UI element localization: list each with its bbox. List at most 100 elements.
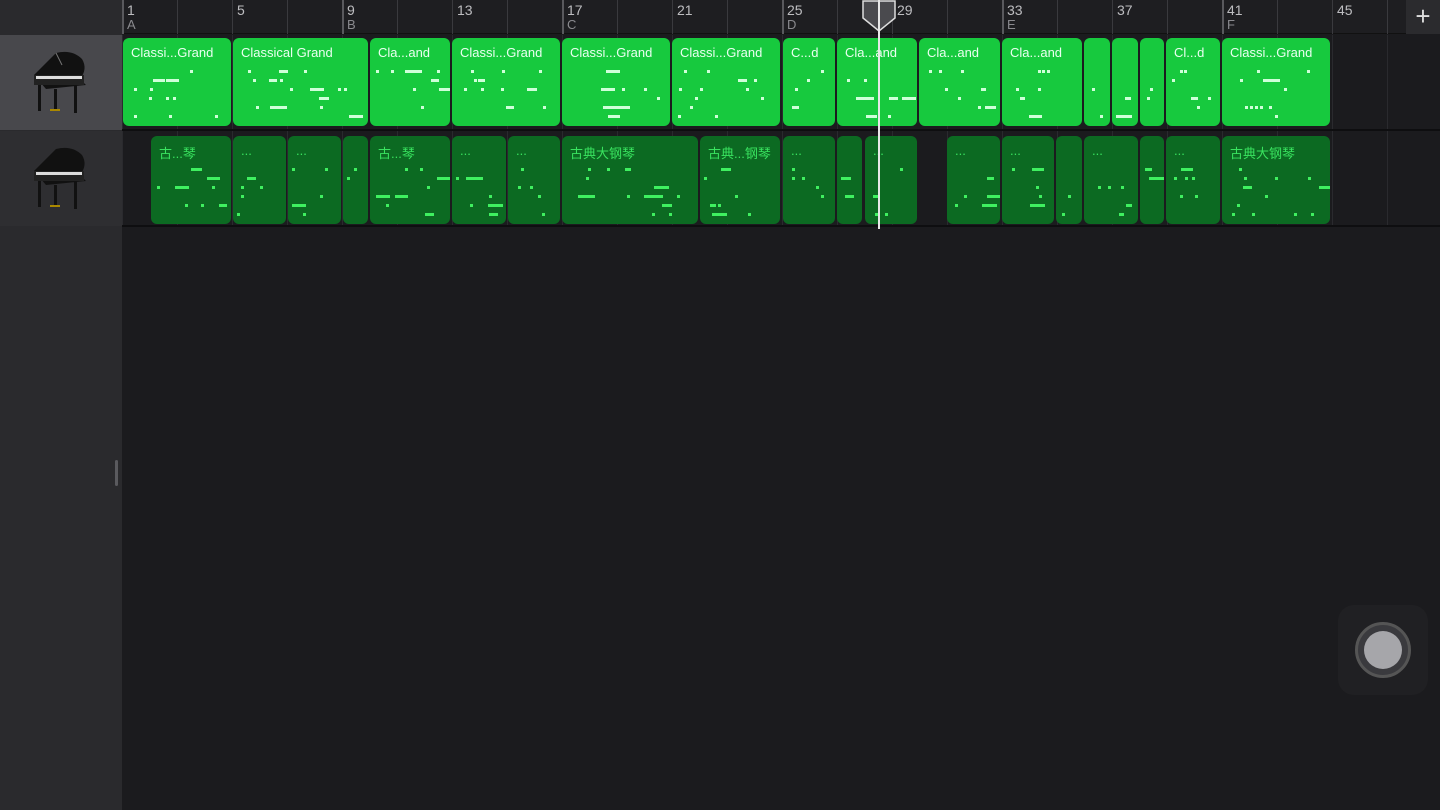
section-marker[interactable]: F [1227, 17, 1235, 32]
midi-note [424, 213, 434, 216]
midi-note [699, 88, 703, 91]
region-label: 古典大钢琴 [1230, 146, 1296, 161]
midi-note [319, 106, 323, 109]
record-button[interactable] [1355, 622, 1411, 678]
music-region[interactable]: ... [865, 136, 917, 224]
midi-note [290, 88, 294, 91]
add-section-button[interactable]: + [1406, 0, 1440, 34]
music-region[interactable] [837, 136, 862, 224]
music-region[interactable]: 古典大钢琴 [562, 136, 698, 224]
grid-line [1332, 35, 1333, 129]
section-marker[interactable]: B [347, 17, 356, 32]
music-region[interactable]: 古...琴 [151, 136, 231, 224]
music-region[interactable] [1140, 38, 1164, 126]
midi-note [841, 177, 852, 180]
section-marker[interactable]: A [127, 17, 136, 32]
music-region[interactable]: Classi...Grand [452, 38, 560, 126]
region-label: Cl...d [1174, 45, 1205, 60]
panel-resize-handle[interactable] [115, 460, 118, 486]
music-region[interactable]: ... [947, 136, 1000, 224]
music-region[interactable]: ... [233, 136, 286, 224]
midi-note [1011, 168, 1015, 171]
midi-note [1318, 186, 1330, 189]
midi-note [268, 79, 277, 82]
midi-note [319, 97, 330, 100]
midi-note [309, 88, 324, 91]
midi-note [269, 106, 288, 109]
music-region[interactable]: ... [783, 136, 835, 224]
midi-note [464, 88, 468, 91]
midi-note [859, 97, 863, 100]
music-region[interactable]: Cla...and [370, 38, 450, 126]
music-region[interactable]: 古...琴 [370, 136, 450, 224]
ruler-tick [782, 0, 784, 34]
midi-note [184, 204, 188, 207]
midi-note [1038, 70, 1042, 73]
bar-number: 1 [127, 2, 135, 18]
midi-note [385, 204, 389, 207]
section-marker[interactable]: C [567, 17, 576, 32]
ruler-tick [617, 0, 618, 34]
midi-note [190, 70, 194, 73]
midi-note [1256, 70, 1260, 73]
music-region[interactable]: Classi...Grand [672, 38, 780, 126]
midi-note [1068, 195, 1072, 198]
region-label: ... [1010, 143, 1021, 158]
grid-line [1387, 131, 1388, 225]
midi-note [1308, 177, 1312, 180]
midi-note [538, 195, 542, 198]
music-region[interactable]: Cla...and [919, 38, 1000, 126]
music-region[interactable] [1084, 38, 1110, 126]
midi-note [304, 70, 308, 73]
playhead-line[interactable] [877, 0, 880, 229]
music-region[interactable]: ... [288, 136, 341, 224]
midi-note [173, 97, 177, 100]
music-region[interactable] [1056, 136, 1082, 224]
midi-note [821, 195, 825, 198]
midi-note [1016, 88, 1020, 91]
bar-number: 9 [347, 2, 355, 18]
midi-note [166, 97, 170, 100]
bar-number: 37 [1117, 2, 1133, 18]
floating-control[interactable] [1338, 605, 1428, 695]
midi-note [405, 168, 409, 171]
midi-note [704, 177, 708, 180]
music-region[interactable]: Classi...Grand [562, 38, 670, 126]
midi-note [987, 177, 994, 180]
midi-note [1028, 115, 1043, 118]
music-region[interactable]: Classical Grand [233, 38, 368, 126]
midi-note [201, 204, 205, 207]
section-marker[interactable]: D [787, 17, 796, 32]
music-region[interactable] [343, 136, 368, 224]
music-region[interactable] [1112, 38, 1138, 126]
music-region[interactable]: ... [508, 136, 560, 224]
music-region[interactable]: Cla...and [1002, 38, 1082, 126]
music-region[interactable] [1140, 136, 1164, 224]
music-region[interactable]: Classi...Grand [1222, 38, 1330, 126]
midi-note [1255, 106, 1259, 109]
midi-note [1265, 195, 1269, 198]
music-region[interactable]: ... [1166, 136, 1220, 224]
section-marker[interactable]: E [1007, 17, 1016, 32]
music-region[interactable]: C...d [783, 38, 835, 126]
music-region[interactable]: 古典大钢琴 [1222, 136, 1330, 224]
midi-note [987, 195, 1000, 198]
ruler-tick [287, 0, 288, 34]
bar-number: 41 [1227, 2, 1243, 18]
timeline-ruler[interactable]: + 1 5 9 13 17 21 25 29 33 37 41 45 A B C D E F [122, 0, 1440, 34]
region-label: Classi...Grand [680, 45, 763, 60]
midi-note [1179, 195, 1183, 198]
midi-note [1311, 213, 1315, 216]
midi-note [622, 88, 626, 91]
music-region[interactable]: ... [1084, 136, 1138, 224]
midi-note [426, 186, 430, 189]
midi-note [353, 168, 357, 171]
music-region[interactable]: 古典...钢琴 [700, 136, 780, 224]
region-label: ... [241, 143, 252, 158]
music-region[interactable]: Classi...Grand [123, 38, 231, 126]
music-region[interactable]: ... [1002, 136, 1054, 224]
music-region[interactable]: ... [452, 136, 506, 224]
track-header-2[interactable] [0, 131, 122, 226]
music-region[interactable]: Cl...d [1166, 38, 1220, 126]
track-header-1[interactable] [0, 35, 122, 130]
